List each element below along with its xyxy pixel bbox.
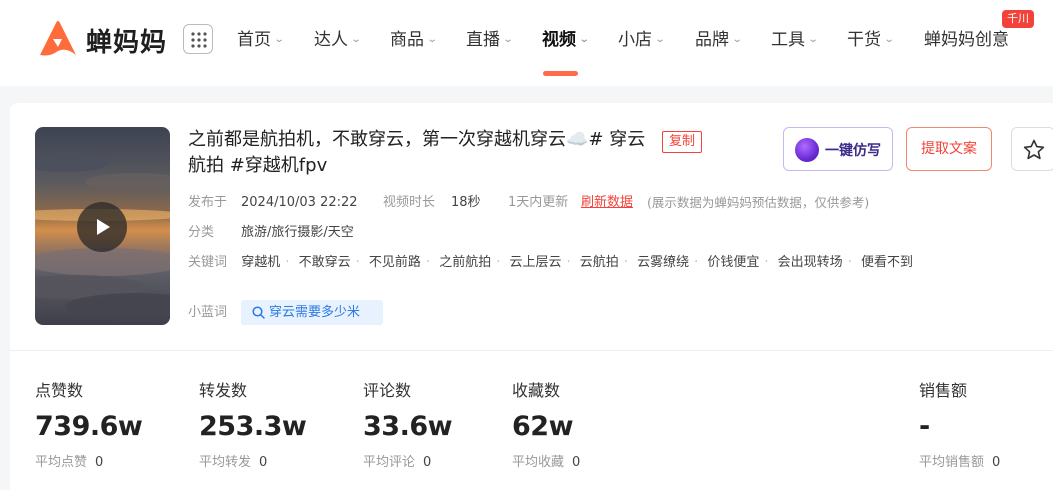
chevron-down-icon: ⌄ — [350, 34, 362, 45]
comments-value: 33.6w — [363, 411, 453, 442]
nav-shop[interactable]: 小店 ⌄ — [618, 27, 666, 53]
keyword-item[interactable]: 之前航拍 — [439, 255, 491, 270]
avg-likes: 平均点赞 0 — [35, 455, 104, 470]
logo-icon — [40, 21, 76, 56]
nav-live[interactable]: 直播 ⌄ — [466, 27, 514, 53]
nav-home[interactable]: 首页 ⌄ — [237, 27, 285, 53]
sales-value: - — [919, 411, 930, 442]
keyword-item[interactable]: 价钱便宜 — [707, 255, 759, 270]
chevron-down-icon: ⌄ — [426, 34, 438, 45]
video-title: 之前都是航拍机，不敢穿云，第一次穿越机穿云☁️# 穿云航拍 #穿越机fpv — [188, 129, 646, 176]
favorite-button[interactable] — [1011, 127, 1053, 171]
shares-label: 转发数 — [199, 381, 248, 400]
avg-favorites: 平均收藏 0 — [512, 455, 581, 470]
shares-value: 253.3w — [199, 411, 307, 442]
star-icon — [1023, 139, 1045, 160]
duration-value: 18秒 — [451, 195, 481, 210]
qianchuan-badge[interactable]: 千川 — [1002, 10, 1034, 28]
grid-icon — [191, 32, 207, 48]
nav-product[interactable]: 商品 ⌄ — [390, 27, 438, 53]
nav-active-indicator — [543, 71, 578, 76]
keyword-item[interactable]: 云上层云 — [509, 255, 561, 270]
update-note: 1天内更新 — [508, 195, 569, 210]
app-grid-button[interactable] — [183, 24, 213, 54]
keyword-item[interactable]: 不见前路 — [369, 255, 421, 270]
blue-word-label: 小蓝词 — [188, 305, 228, 320]
category-label: 分类 — [188, 225, 215, 240]
section-divider — [10, 350, 1053, 351]
nav-tools[interactable]: 工具 ⌄ — [771, 27, 819, 53]
sales-label: 销售额 — [919, 381, 968, 400]
favorites-label: 收藏数 — [512, 381, 561, 400]
chevron-down-icon: ⌄ — [502, 34, 514, 45]
nav-brand[interactable]: 品牌 ⌄ — [695, 27, 743, 53]
copy-title-button[interactable]: 复制 — [662, 131, 702, 153]
chevron-down-icon: ⌄ — [273, 34, 285, 45]
chevron-down-icon: ⌄ — [883, 34, 895, 45]
keywords-label: 关键词 — [188, 255, 228, 270]
likes-label: 点赞数 — [35, 381, 84, 400]
refresh-data-link[interactable]: 刷新数据 — [581, 193, 633, 213]
chevron-down-icon: ⌄ — [807, 34, 819, 45]
keyword-row: 关键词 穿越机 · 不敢穿云 · 不见前路 · 之前航拍 · 云上层云 · 云航拍 · 云雾… — [188, 255, 913, 270]
extract-text-button[interactable]: 提取文案 — [906, 127, 992, 171]
comments-label: 评论数 — [363, 381, 412, 400]
publish-label: 发布于 — [188, 195, 228, 210]
keyword-item[interactable]: 穿越机 — [241, 255, 280, 270]
nav-knowledge[interactable]: 干货 ⌄ — [847, 27, 895, 53]
nav-video[interactable]: 视频 ⌄ — [542, 27, 590, 53]
avg-sales: 平均销售额 0 — [919, 455, 1001, 470]
favorites-value: 62w — [512, 411, 574, 442]
ai-orb-icon — [795, 138, 819, 162]
keyword-item[interactable]: 云航拍 — [580, 255, 619, 270]
keyword-item[interactable]: 云雾缭绕 — [637, 255, 689, 270]
duration-label: 视频时长 — [383, 195, 436, 210]
logo-text: 蝉妈妈 — [86, 28, 168, 58]
chevron-down-icon: ⌄ — [578, 34, 590, 45]
chevron-down-icon: ⌄ — [654, 34, 666, 45]
category-value: 旅游/旅行摄影/天空 — [241, 225, 354, 240]
chevron-down-icon: ⌄ — [731, 34, 743, 45]
likes-value: 739.6w — [35, 411, 143, 442]
search-icon — [252, 306, 265, 319]
video-thumbnail[interactable] — [35, 127, 170, 325]
avg-comments: 平均评论 0 — [363, 455, 432, 470]
avg-shares: 平均转发 0 — [199, 455, 268, 470]
top-header: 蝉妈妈 首页 ⌄ 达人 ⌄ 商品 ⌄ 直播 ⌄ 视频 ⌄ 小店 ⌄ 品牌 ⌄ 工具 ⌄ 干货 ⌄ … — [0, 0, 1053, 86]
logo[interactable]: 蝉妈妈 — [36, 17, 168, 61]
nav-influencer[interactable]: 达人 ⌄ — [314, 27, 362, 53]
keyword-item[interactable]: 会出现转场 — [778, 255, 843, 270]
keyword-item[interactable]: 不敢穿云 — [299, 255, 351, 270]
keyword-item[interactable]: 便看不到 — [861, 255, 913, 270]
publish-time: 2024/10/03 22:22 — [241, 195, 358, 210]
play-icon — [97, 219, 110, 235]
blue-word-tag[interactable]: 穿云需要多少米 — [241, 300, 383, 325]
nav-creative[interactable]: 蝉妈妈创意 — [924, 27, 1009, 53]
play-button[interactable] — [77, 202, 127, 252]
ai-rewrite-button[interactable]: 一键仿写 — [783, 127, 893, 171]
estimate-note: (展示数据为蝉妈妈预估数据，仅供参考) — [647, 195, 870, 210]
